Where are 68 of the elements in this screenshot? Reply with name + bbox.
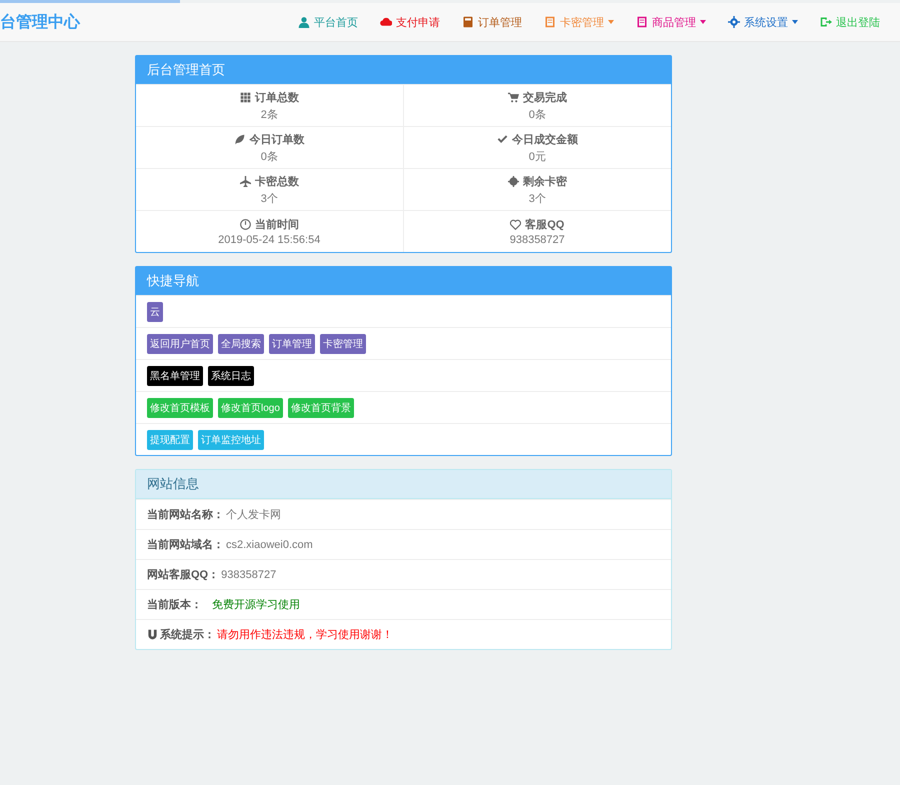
heart-icon	[510, 219, 522, 230]
nav-link[interactable]: 退出登陆	[809, 14, 891, 30]
info-label: 当前网站名称：	[147, 508, 224, 522]
nav-link[interactable]: 支付申请	[369, 14, 451, 30]
quick-link-button[interactable]: 卡密管理	[320, 334, 366, 354]
info-label: 系统提示：	[160, 628, 215, 642]
info-value: cs2.xiaowei0.com	[226, 538, 313, 550]
quick-link-button[interactable]: 修改首页背景	[288, 398, 354, 418]
document-icon	[636, 16, 648, 28]
quick-link-button[interactable]: 修改首页logo	[218, 398, 283, 418]
stat-value: 2019-05-24 15:56:54	[218, 234, 320, 246]
quick-link-button[interactable]: 提现配置	[147, 430, 193, 450]
quick-link-button[interactable]: 订单监控地址	[198, 430, 264, 450]
stat-value: 0元	[528, 150, 546, 164]
cart-icon	[508, 92, 519, 102]
caret-icon	[608, 20, 614, 24]
info-label: 当前网站域名：	[147, 538, 224, 552]
magnet-icon	[147, 629, 158, 640]
info-value: 938358727	[221, 568, 276, 580]
grid-icon	[240, 92, 251, 102]
quick-link-button[interactable]: 黑名单管理	[147, 366, 203, 386]
stat-value: 0条	[528, 108, 546, 122]
stat-label: 客服QQ	[525, 218, 564, 232]
stat-label: 当前时间	[254, 218, 299, 232]
quick-link-button[interactable]: 订单管理	[269, 334, 315, 354]
nav-link[interactable]: 卡密管理	[533, 14, 625, 30]
panel-title: 快捷导航	[136, 267, 671, 295]
info-value: 免费开源学习使用	[212, 598, 300, 612]
stat-label: 订单总数	[254, 90, 299, 104]
info-value: 请勿用作违法违规，学习使用谢谢！	[217, 628, 393, 642]
stat-label: 今日订单数	[249, 132, 304, 146]
user-icon	[298, 16, 310, 28]
quick-link-button[interactable]: 返回用户首页	[147, 334, 213, 354]
caret-icon	[700, 20, 706, 24]
panel-title: 后台管理首页	[136, 56, 671, 84]
leaf-icon	[234, 134, 246, 144]
calculator-icon	[462, 16, 474, 28]
nav-link[interactable]: 订单管理	[451, 14, 533, 30]
quick-link-button[interactable]: 修改首页模板	[147, 398, 213, 418]
panel-title: 网站信息	[136, 470, 671, 499]
nav-link[interactable]: 系统设置	[717, 14, 809, 30]
quick-link-button[interactable]: 全局搜索	[218, 334, 264, 354]
nav-link[interactable]: 商品管理	[625, 14, 717, 30]
stat-label: 交易完成	[522, 90, 567, 104]
stat-label: 今日成交金额	[512, 132, 578, 146]
document-icon	[544, 16, 556, 28]
stat-label: 卡密总数	[254, 174, 299, 188]
stat-value: 3个	[260, 192, 278, 206]
cloud-icon	[380, 16, 392, 28]
quick-link-button[interactable]: 云	[147, 302, 163, 322]
info-value: 个人发卡网	[226, 508, 281, 522]
burst-icon	[508, 176, 519, 186]
clock-icon	[240, 219, 251, 230]
stat-value: 2条	[260, 108, 278, 122]
stat-value: 938358727	[510, 234, 565, 246]
stat-label: 剩余卡密	[522, 174, 567, 188]
settings-icon	[728, 16, 740, 28]
check-icon	[496, 134, 508, 144]
brand-title[interactable]: 台管理中心	[0, 12, 287, 32]
exit-icon	[820, 16, 832, 28]
nav-link[interactable]: 平台首页	[287, 14, 369, 30]
info-label: 网站客服QQ：	[147, 568, 220, 582]
quick-link-button[interactable]: 系统日志	[208, 366, 254, 386]
stat-value: 0条	[260, 150, 278, 164]
caret-icon	[792, 20, 798, 24]
stat-value: 3个	[528, 192, 546, 206]
airplane-icon	[240, 176, 251, 186]
info-label: 当前版本：	[147, 598, 202, 612]
